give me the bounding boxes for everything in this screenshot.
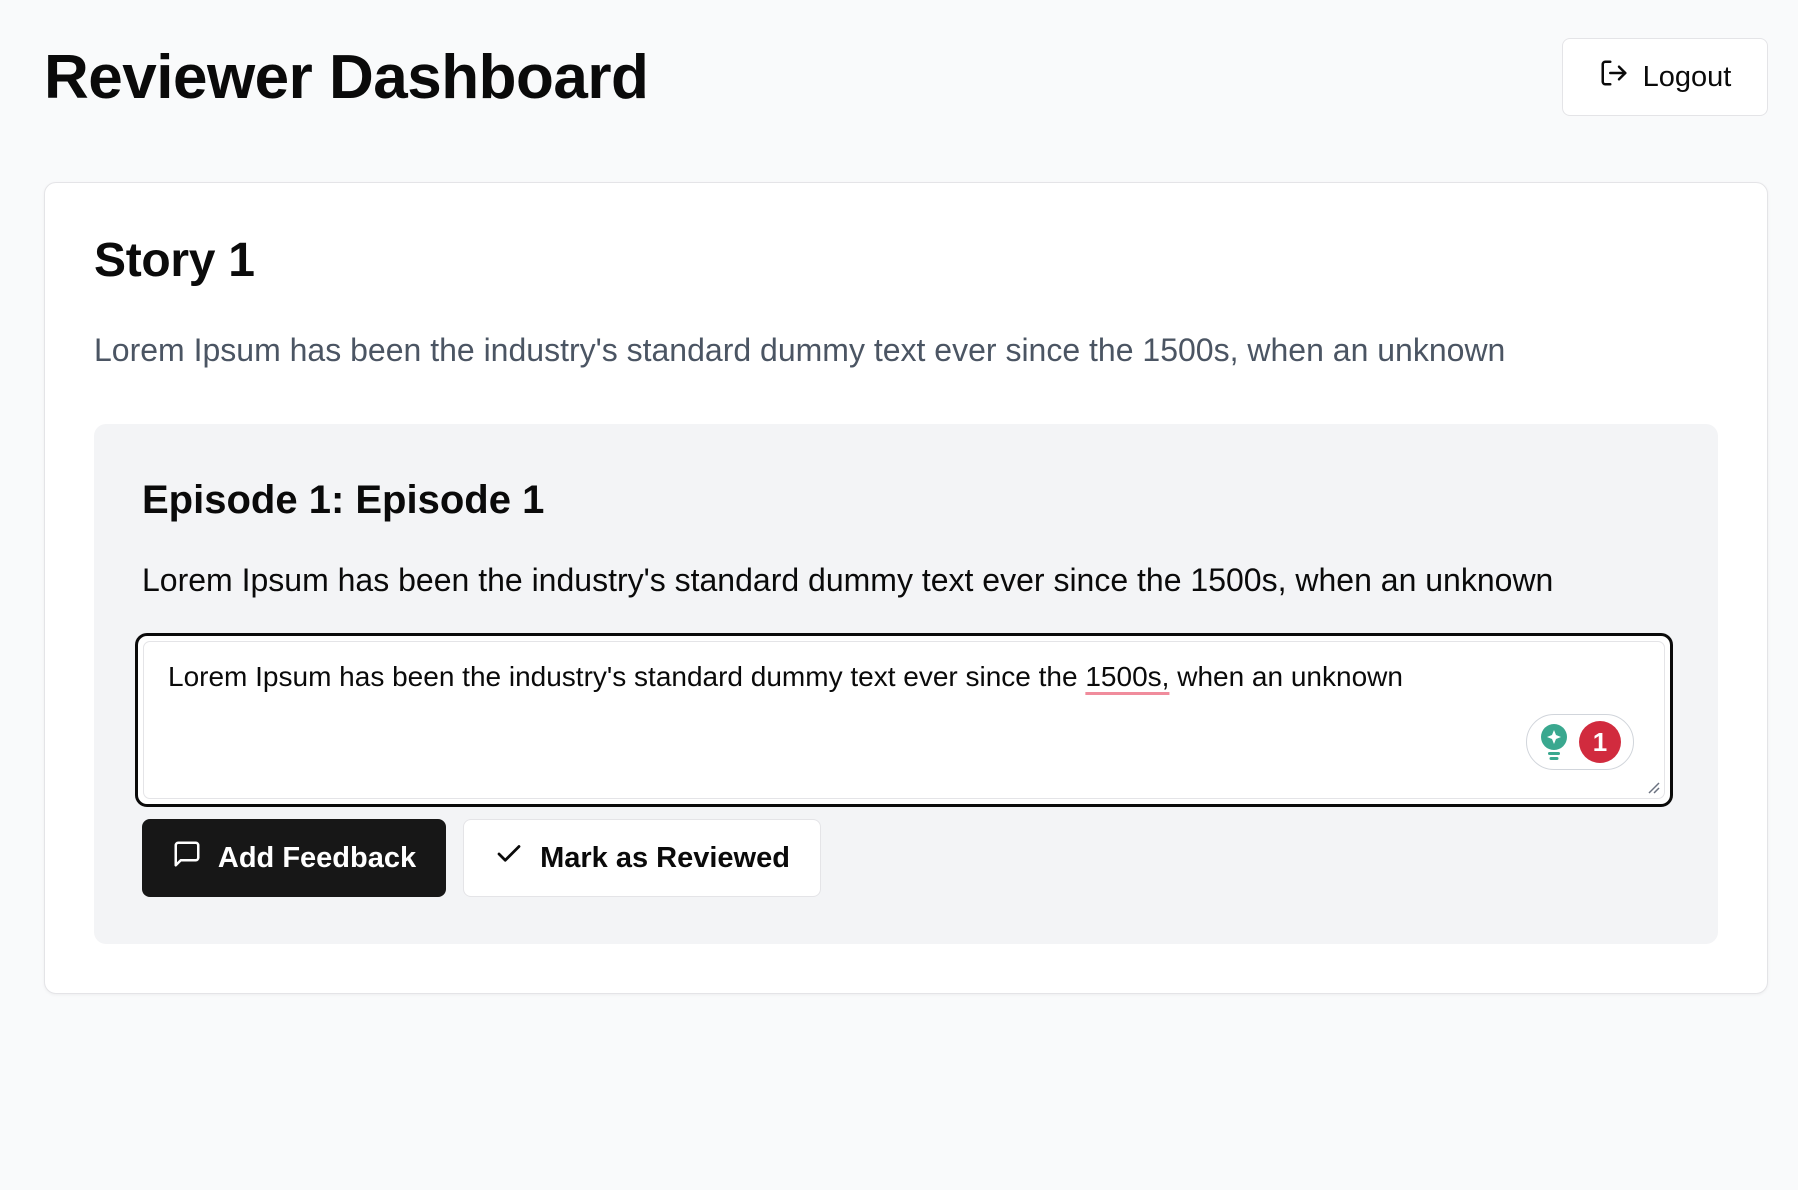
feedback-text-after: when an unknown: [1169, 661, 1403, 692]
feedback-textarea-inner[interactable]: Lorem Ipsum has been the industry's stan…: [143, 641, 1665, 799]
page-header: Reviewer Dashboard Logout: [44, 38, 1768, 118]
issue-count-badge[interactable]: 1: [1579, 721, 1621, 763]
feedback-text[interactable]: Lorem Ipsum has been the industry's stan…: [168, 658, 1403, 696]
add-feedback-label: Add Feedback: [217, 841, 417, 874]
writing-assistant-widget[interactable]: 1: [1526, 714, 1634, 770]
story-title: Story 1: [94, 234, 255, 287]
story-card: Story 1 Lorem Ipsum has been the industr…: [44, 182, 1768, 994]
mark-as-reviewed-button[interactable]: Mark as Reviewed: [463, 819, 821, 897]
lightbulb-icon[interactable]: [1537, 722, 1571, 762]
feedback-textarea[interactable]: Lorem Ipsum has been the industry's stan…: [135, 633, 1673, 807]
logout-icon: [1599, 58, 1629, 96]
message-square-icon: [172, 839, 202, 877]
page-title: Reviewer Dashboard: [44, 43, 649, 112]
episode-description: Lorem Ipsum has been the industry's stan…: [142, 562, 1554, 598]
logout-button[interactable]: Logout: [1562, 38, 1768, 116]
flagged-word[interactable]: 1500s,: [1085, 661, 1169, 692]
check-icon: [494, 839, 524, 877]
resize-handle[interactable]: [1646, 780, 1660, 794]
logout-label: Logout: [1642, 60, 1732, 93]
episode-panel: Episode 1: Episode 1 Lorem Ipsum has bee…: [94, 424, 1718, 944]
episode-title: Episode 1: Episode 1: [142, 478, 545, 522]
add-feedback-button[interactable]: Add Feedback: [142, 819, 446, 897]
mark-as-reviewed-label: Mark as Reviewed: [540, 841, 790, 874]
story-description: Lorem Ipsum has been the industry's stan…: [94, 332, 1506, 368]
episode-actions: Add Feedback Mark as Reviewed: [142, 819, 821, 897]
feedback-text-before: Lorem Ipsum has been the industry's stan…: [168, 661, 1086, 692]
